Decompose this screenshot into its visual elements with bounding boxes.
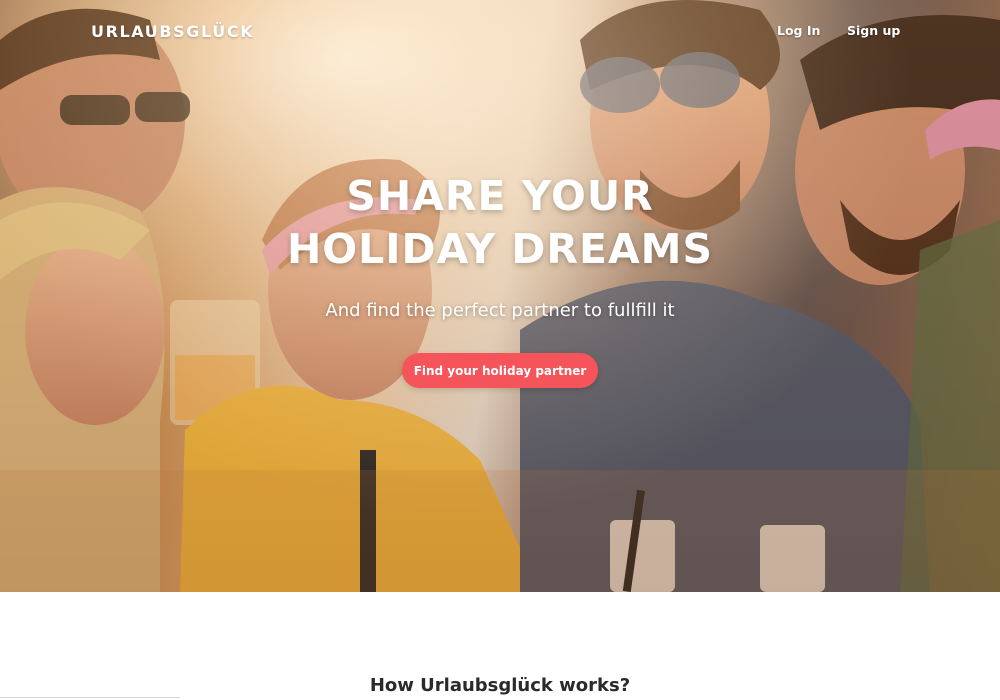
landing-page: URLAUBSGLÜCK Log In Sign up SHARE YOUR H… xyxy=(0,0,1000,700)
brand-logo[interactable]: URLAUBSGLÜCK xyxy=(91,22,254,41)
hero-section: URLAUBSGLÜCK Log In Sign up SHARE YOUR H… xyxy=(0,0,1000,592)
hero-subline: And find the perfect partner to fullfill… xyxy=(325,300,675,321)
hero-headline: SHARE YOUR HOLIDAY DREAMS xyxy=(0,170,1000,276)
signup-link[interactable]: Sign up xyxy=(847,23,900,38)
how-it-works-title: How Urlaubsglück works? xyxy=(369,675,631,696)
login-link[interactable]: Log In xyxy=(777,23,820,38)
find-partner-button[interactable]: Find your holiday partner xyxy=(402,353,598,388)
hero-headline-line2: HOLIDAY DREAMS xyxy=(286,225,714,273)
hero-headline-line1: SHARE YOUR xyxy=(346,172,654,220)
hero-overlay xyxy=(0,0,1000,592)
